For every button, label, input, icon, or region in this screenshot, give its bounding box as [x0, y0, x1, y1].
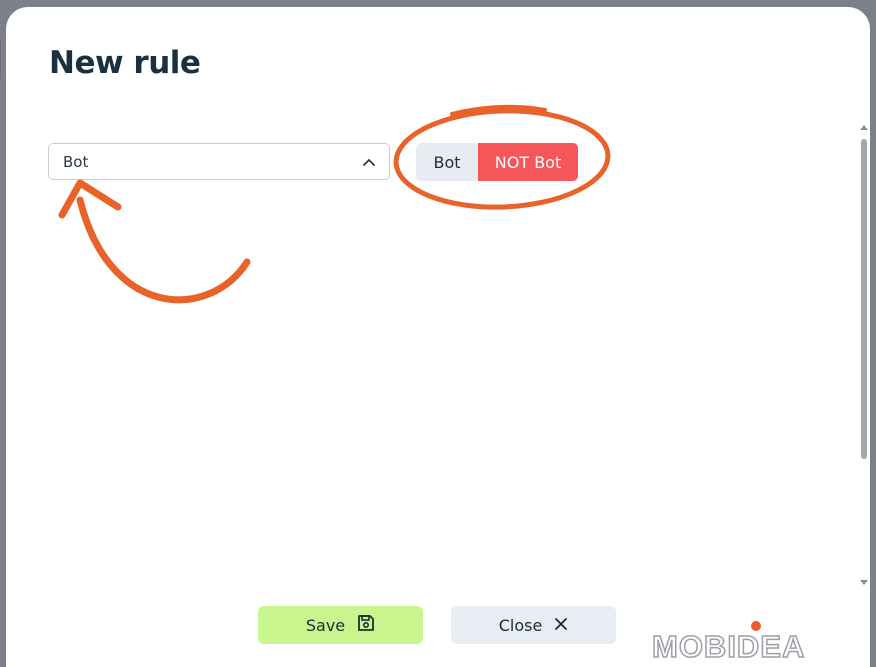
dialog-title: New rule — [49, 45, 201, 81]
scrollbar[interactable] — [860, 125, 868, 585]
floppy-disk-icon — [357, 614, 375, 636]
toggle-option-not-bot[interactable]: NOT Bot — [478, 143, 578, 181]
close-button[interactable]: Close — [451, 606, 616, 644]
scroll-down-arrow-icon[interactable] — [860, 580, 868, 585]
close-label: Close — [498, 615, 543, 635]
close-icon — [554, 616, 568, 635]
save-label: Save — [305, 615, 346, 635]
new-rule-dialog: New rule Bot Bot NOT Bot Save Close MOBI… — [6, 7, 870, 667]
rule-type-select[interactable]: Bot — [48, 143, 390, 180]
scroll-up-arrow-icon[interactable] — [860, 125, 868, 130]
toggle-option-bot[interactable]: Bot — [416, 143, 478, 181]
bot-toggle: Bot NOT Bot — [416, 143, 578, 181]
save-button[interactable]: Save — [258, 606, 423, 644]
logo-text: MOBIDEA — [651, 628, 806, 665]
scrollbar-thumb[interactable] — [861, 139, 867, 459]
select-value: Bot — [63, 152, 89, 171]
chevron-up-icon — [363, 158, 375, 166]
mobidea-logo: MOBIDEA — [651, 621, 862, 665]
